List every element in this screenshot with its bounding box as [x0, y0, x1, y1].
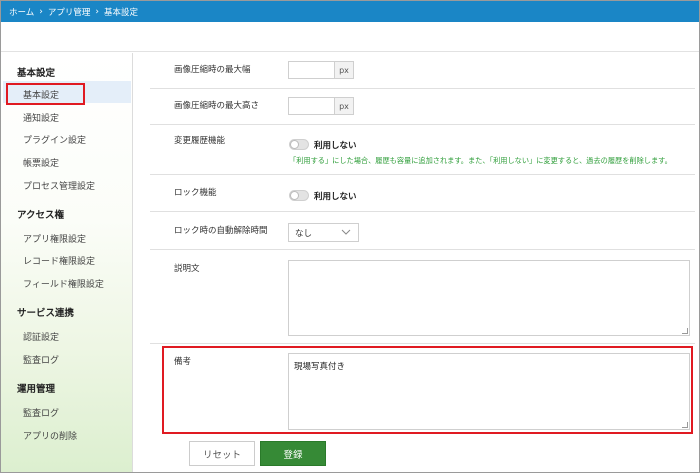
sidebar-active-highlight [6, 83, 85, 105]
history-note: 「利用する」にした場合、履歴も容量に追加されます。また、「利用しない」に変更する… [289, 156, 672, 165]
chevron-down-icon [341, 227, 351, 240]
sidebar-section-service: サービス連携 [17, 308, 75, 319]
auto-unlock-label: ロック時の自動解除時間 [174, 226, 268, 236]
row-divider [150, 124, 695, 125]
sidebar-section-operation: 運用管理 [17, 384, 56, 395]
sidebar-section-basic: 基本設定 [17, 68, 56, 79]
breadcrumb: ホーム › アプリ管理 › 基本設定 [1, 1, 699, 22]
breadcrumb-app-management[interactable]: アプリ管理 [48, 6, 91, 18]
max-width-input[interactable] [288, 61, 335, 79]
breadcrumb-separator: › [39, 6, 43, 17]
breadcrumb-home[interactable]: ホーム [9, 6, 34, 18]
sidebar-item-delete-app[interactable]: アプリの削除 [23, 429, 77, 442]
sidebar-item-plugin[interactable]: プラグイン設定 [23, 133, 86, 146]
row-divider [150, 88, 695, 89]
sub-header [1, 22, 699, 52]
sidebar-item-notification[interactable]: 通知設定 [23, 111, 59, 124]
row-divider [150, 211, 695, 212]
sidebar-item-app-permission[interactable]: アプリ権限設定 [23, 232, 86, 245]
auto-unlock-select[interactable]: なし [288, 223, 359, 242]
history-label: 変更履歴機能 [174, 136, 226, 146]
sidebar-item-field-permission[interactable]: フィールド権限設定 [23, 277, 104, 290]
max-height-input[interactable] [288, 97, 335, 115]
sidebar-item-record-permission[interactable]: レコード権限設定 [23, 254, 95, 267]
sidebar-item-audit-log[interactable]: 監査ログ [23, 353, 59, 366]
sidebar-item-audit-log-2[interactable]: 監査ログ [23, 406, 59, 419]
sidebar-section-access: アクセス権 [17, 210, 65, 221]
row-divider [150, 249, 695, 250]
sidebar-item-report[interactable]: 帳票設定 [23, 156, 59, 169]
max-height-unit: px [334, 97, 354, 115]
lock-label: ロック機能 [174, 188, 217, 198]
history-toggle-text: 利用しない [314, 141, 357, 151]
max-height-label: 画像圧縮時の最大高さ [174, 101, 260, 111]
lock-toggle[interactable] [289, 190, 309, 201]
description-label: 説明文 [174, 264, 200, 274]
max-width-label: 画像圧縮時の最大幅 [174, 65, 251, 75]
remarks-highlight [162, 346, 693, 434]
breadcrumb-separator: › [95, 6, 99, 17]
row-divider [150, 174, 695, 175]
breadcrumb-current: 基本設定 [103, 7, 138, 18]
auto-unlock-value: なし [295, 228, 313, 239]
resize-handle-icon[interactable] [682, 328, 688, 334]
sidebar-item-auth[interactable]: 認証設定 [23, 330, 59, 343]
save-button[interactable]: 登録 [260, 441, 326, 466]
lock-toggle-text: 利用しない [314, 192, 357, 202]
row-divider [150, 343, 695, 344]
description-textarea[interactable] [288, 260, 690, 336]
history-toggle[interactable] [289, 139, 309, 150]
sidebar: 基本設定 基本設定 通知設定 プラグイン設定 帳票設定 プロセス管理設定 アクセ… [1, 53, 133, 472]
sidebar-item-process[interactable]: プロセス管理設定 [23, 179, 95, 192]
toggle-knob [290, 140, 299, 149]
reset-button[interactable]: リセット [189, 441, 255, 466]
max-width-unit: px [334, 61, 354, 79]
toggle-knob [290, 191, 299, 200]
